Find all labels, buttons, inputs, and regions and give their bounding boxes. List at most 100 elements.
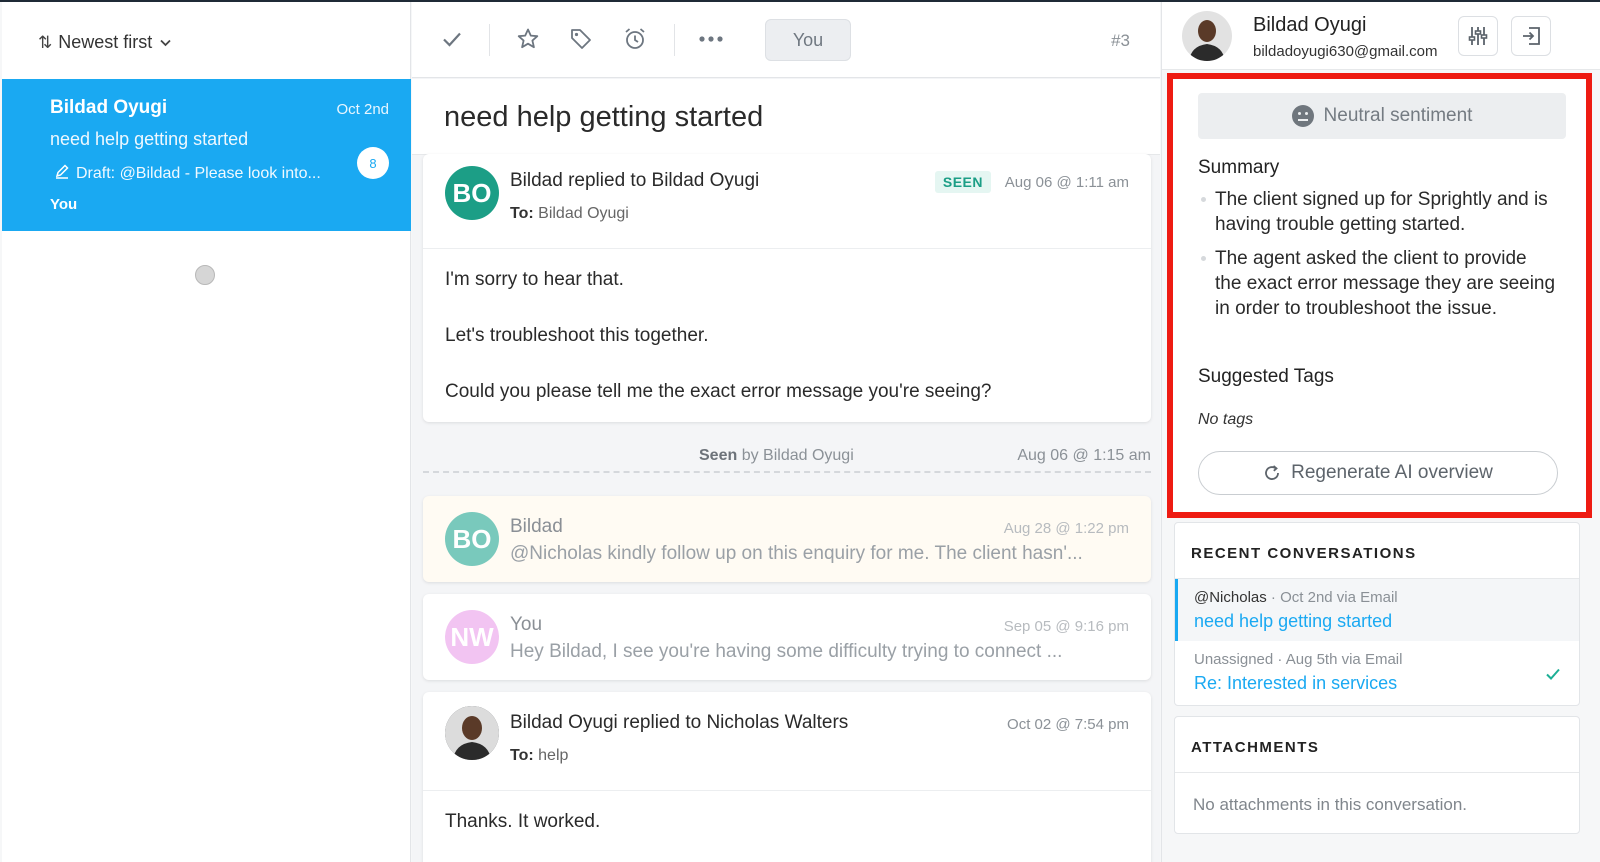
avatar [445, 706, 499, 760]
message-card[interactable]: Bildad Oyugi replied to Nicholas Walters… [423, 692, 1151, 862]
conversation-date: Oct 2nd [336, 101, 389, 118]
contact-avatar [1182, 11, 1232, 61]
message-title: Bildad Oyugi replied to Nicholas Walters [510, 712, 849, 733]
collapse-sidebar-button[interactable] [1511, 16, 1551, 56]
conversation-list-item[interactable]: Bildad Oyugi Oct 2nd need help getting s… [2, 79, 411, 231]
suggested-tags-heading: Suggested Tags [1198, 366, 1334, 387]
seen-text: Seen by Bildad Oyugi [699, 447, 854, 465]
toolbar-divider [489, 24, 490, 56]
contact-settings-button[interactable] [1458, 16, 1498, 56]
star-icon [517, 28, 539, 49]
seen-word: Seen [699, 447, 738, 464]
sentiment-label: Neutral sentiment [1323, 105, 1473, 126]
recent-conversation-item[interactable]: @Nicholas · Oct 2nd via Email need help … [1175, 579, 1579, 641]
message-card[interactable]: NW You Sep 05 @ 9:16 pm Hey Bildad, I se… [423, 594, 1151, 680]
to-value: help [538, 747, 569, 764]
message-line: Could you please tell me the exact error… [445, 381, 992, 402]
recent-conversation-link[interactable]: Re: Interested in services [1194, 673, 1397, 694]
check-icon [443, 32, 461, 47]
tag-icon [571, 29, 591, 49]
message-line: I'm sorry to hear that. [445, 269, 624, 290]
contact-name: Bildad Oyugi [1253, 14, 1367, 36]
conversation-list-pane: ⇅ Newest first Bildad Oyugi Oct 2nd need… [2, 2, 411, 862]
recent-conversation-item[interactable]: Unassigned · Aug 5th via Email Re: Inter… [1175, 641, 1579, 705]
ai-overview-panel: Neutral sentiment Summary The client sig… [1167, 73, 1592, 518]
attachments-empty-text: No attachments in this conversation. [1193, 795, 1468, 814]
seen-badge: SEEN [934, 171, 991, 193]
person-avatar-icon [445, 706, 499, 760]
contact-header: Bildad Oyugi bildadoyugi630@gmail.com [1162, 2, 1600, 70]
star-button[interactable] [513, 24, 543, 54]
recent-conversation-info: · Oct 2nd via Email [1266, 589, 1398, 606]
check-icon [1545, 667, 1561, 686]
message-recipient: To: help [510, 747, 568, 765]
neutral-face-icon [1291, 105, 1314, 127]
note-date: Aug 28 @ 1:22 pm [1003, 520, 1129, 537]
regenerate-label: Regenerate AI overview [1291, 462, 1493, 483]
message-title: Bildad replied to Bildad Oyugi [510, 170, 760, 191]
seen-indicator: Seen by Bildad Oyugi Aug 06 @ 1:15 am [423, 447, 1151, 473]
sentiment-indicator: Neutral sentiment [1198, 93, 1566, 139]
ticket-number: #3 [1111, 31, 1130, 50]
avatar: NW [445, 610, 499, 664]
recent-conversation-owner: @Nicholas [1194, 589, 1267, 606]
toolbar-divider [674, 24, 675, 56]
recent-conversation-meta: Unassigned · Aug 5th via Email [1194, 651, 1402, 668]
message-count-badge: 8 [357, 147, 389, 179]
message-recipient: To: Bildad Oyugi [510, 205, 629, 223]
sliders-icon [1468, 27, 1488, 45]
sort-label: Newest first [58, 32, 153, 52]
attachments-panel: ATTACHMENTS No attachments in this conve… [1174, 716, 1580, 834]
thread-subject: need help getting started [444, 101, 764, 133]
recent-conversation-meta: @Nicholas · Oct 2nd via Email [1194, 589, 1398, 606]
note-card[interactable]: BO Bildad Aug 28 @ 1:22 pm @Nicholas kin… [423, 496, 1151, 582]
recent-conversations-panel: RECENT CONVERSATIONS @Nicholas · Oct 2nd… [1174, 522, 1580, 706]
message-body: I'm sorry to hear that. Let's troublesho… [423, 248, 1151, 422]
message-line: Let's troubleshoot this together. [445, 325, 709, 346]
pencil-icon [54, 163, 70, 184]
attachments-heading: ATTACHMENTS [1175, 717, 1579, 773]
conversation-subject: need help getting started [50, 129, 249, 149]
seen-by: by Bildad Oyugi [737, 447, 854, 464]
person-avatar-icon [1182, 11, 1232, 61]
sign-out-icon [1523, 27, 1540, 45]
seen-date: Aug 06 @ 1:15 am [1017, 447, 1151, 464]
draft-text: Draft: @Bildad - Please look into... [76, 164, 321, 182]
chevron-down-icon [160, 35, 171, 50]
to-value: Bildad Oyugi [538, 205, 629, 222]
sort-arrows-icon: ⇅ [38, 32, 53, 52]
message-date: Oct 02 @ 7:54 pm [1007, 716, 1129, 733]
to-label: To: [510, 205, 534, 222]
thread-toolbar: You #3 [412, 2, 1160, 78]
summary-point: The client signed up for Sprightly and i… [1198, 187, 1558, 237]
to-label: To: [510, 747, 534, 764]
message-date: Aug 06 @ 1:11 am [1004, 174, 1129, 191]
message-line: Thanks. It worked. [445, 811, 601, 832]
contact-sidebar: Bildad Oyugi bildadoyugi630@gmail.com Ne… [1161, 2, 1600, 862]
close-conversation-button[interactable] [437, 24, 467, 54]
snooze-button[interactable] [620, 24, 650, 54]
message-preview: Hey Bildad, I see you're having some dif… [510, 641, 1063, 662]
message-author: You [510, 614, 543, 635]
no-tags-text: No tags [1198, 411, 1254, 428]
loading-indicator [195, 265, 215, 285]
contact-email: bildadoyugi630@gmail.com [1253, 43, 1438, 60]
refresh-icon [1265, 465, 1280, 480]
summary-heading: Summary [1198, 157, 1280, 178]
recent-conversation-owner: Unassigned [1194, 651, 1274, 668]
alarm-clock-icon [625, 28, 645, 49]
recent-conversations-heading: RECENT CONVERSATIONS [1175, 523, 1579, 579]
conversation-owner: You [50, 196, 78, 213]
regenerate-ai-overview-button[interactable]: Regenerate AI overview [1198, 451, 1558, 495]
tag-button[interactable] [566, 24, 596, 54]
recent-conversation-link[interactable]: need help getting started [1194, 611, 1392, 632]
more-options-button[interactable] [696, 24, 726, 54]
subject-header: need help getting started [412, 79, 1160, 155]
message-body: Thanks. It worked. [423, 790, 1151, 862]
recent-conversation-info: · Aug 5th via Email [1273, 651, 1403, 668]
avatar: BO [445, 512, 499, 566]
assignee-button[interactable]: You [765, 19, 851, 61]
summary-point: The agent asked the client to provide th… [1198, 246, 1558, 321]
message-card[interactable]: BO Bildad replied to Bildad Oyugi SEEN A… [423, 154, 1151, 422]
sort-dropdown[interactable]: ⇅ Newest first [38, 32, 171, 53]
